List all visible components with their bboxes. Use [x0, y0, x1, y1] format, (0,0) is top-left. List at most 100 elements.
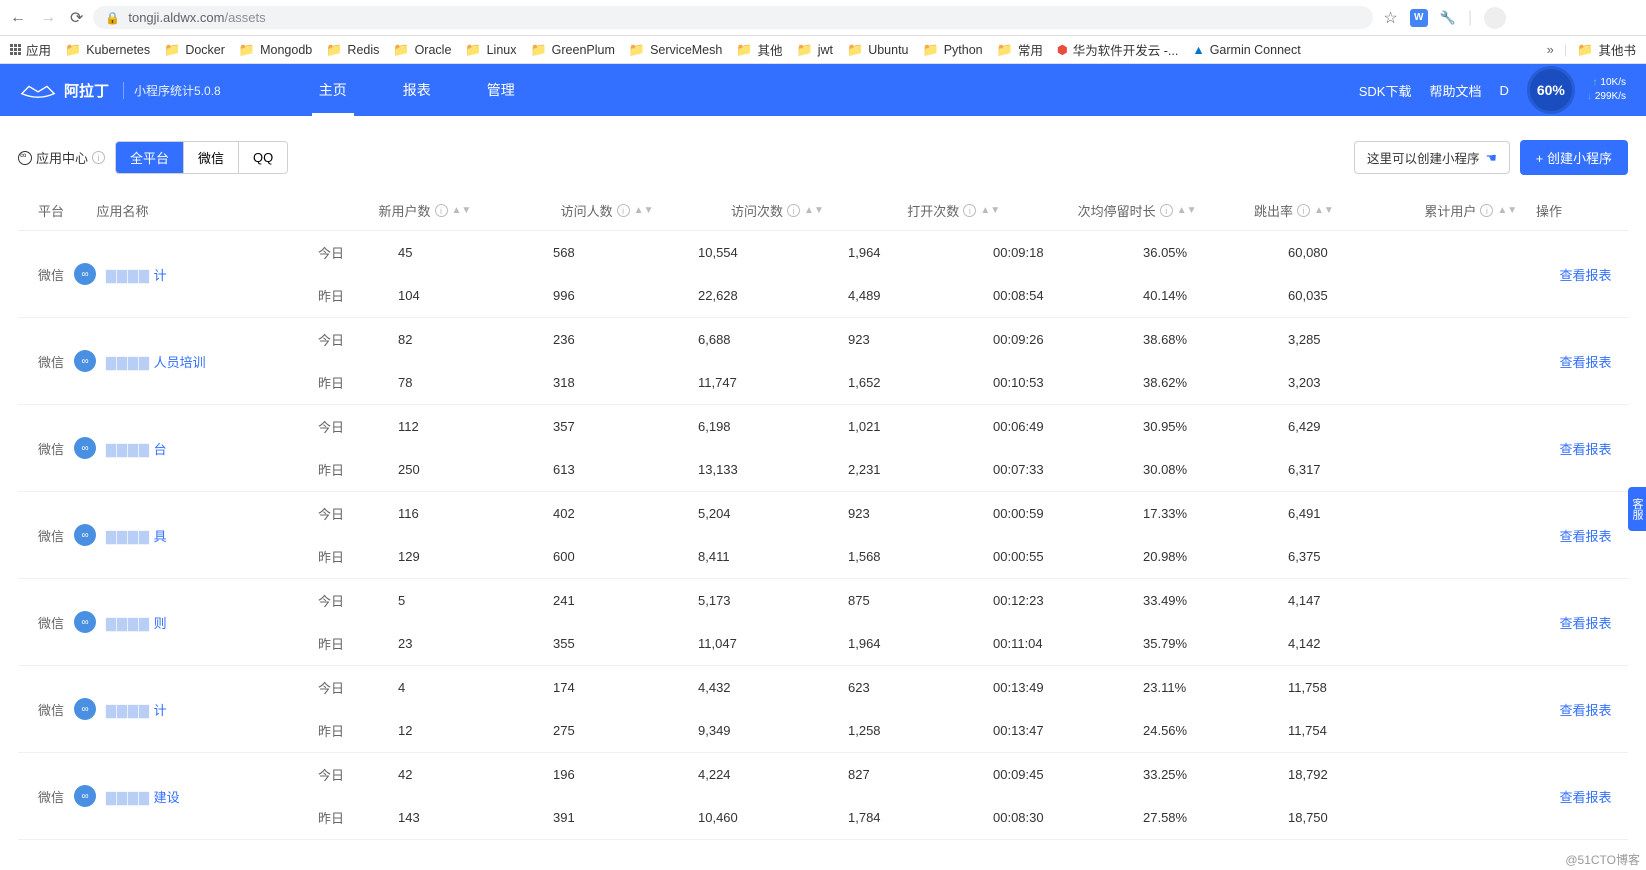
- header-d-label[interactable]: D: [1499, 83, 1508, 98]
- th-duration[interactable]: 次均停留时长: [1078, 201, 1156, 220]
- view-report-link[interactable]: 查看报表: [1543, 405, 1628, 491]
- bookmark-item[interactable]: 📁Docker: [164, 42, 225, 58]
- bookmark-item[interactable]: 📁jwt: [797, 42, 833, 58]
- app-name[interactable]: ▇▇▇▇ 台: [106, 439, 167, 458]
- bookmark-item[interactable]: 📁Oracle: [393, 42, 451, 58]
- sort-icon[interactable]: ▲▼: [1497, 208, 1517, 213]
- info-icon[interactable]: i: [1297, 204, 1310, 217]
- folder-icon: 📁: [629, 42, 645, 58]
- filter-qq[interactable]: QQ: [239, 142, 287, 173]
- view-report-link[interactable]: 查看报表: [1543, 666, 1628, 752]
- app-name[interactable]: ▇▇▇▇ 则: [106, 613, 167, 632]
- view-report-link[interactable]: 查看报表: [1543, 492, 1628, 578]
- sort-icon[interactable]: ▲▼: [452, 208, 472, 213]
- create-miniapp-button[interactable]: + 创建小程序: [1520, 140, 1628, 175]
- back-icon[interactable]: ←: [10, 9, 26, 27]
- bookmark-item[interactable]: 📁ServiceMesh: [629, 42, 722, 58]
- logo-area[interactable]: 阿拉丁 小程序统计5.0.8: [20, 80, 221, 101]
- metric-bounce: 30.95%: [1143, 419, 1288, 434]
- th-total[interactable]: 累计用户: [1424, 201, 1476, 220]
- info-icon[interactable]: i: [787, 204, 800, 217]
- platform-label: 微信: [38, 613, 64, 632]
- platform-label: 微信: [38, 352, 64, 371]
- bookmarks-overflow-icon[interactable]: »: [1547, 42, 1554, 57]
- info-icon[interactable]: i: [617, 204, 630, 217]
- bookmark-item[interactable]: 📁Mongodb: [239, 42, 312, 58]
- metric-total: 4,147: [1288, 593, 1383, 608]
- filter-all[interactable]: 全平台: [116, 142, 184, 173]
- app-name[interactable]: ▇▇▇▇ 计: [106, 700, 167, 719]
- url-bar[interactable]: 🔒 tongji.aldwx.com/assets: [93, 6, 1373, 29]
- day-label: 昨日: [318, 808, 398, 827]
- info-icon[interactable]: i: [92, 151, 105, 164]
- bookmark-item-garmin[interactable]: ▲Garmin Connect: [1192, 43, 1300, 57]
- day-label: 今日: [318, 591, 398, 610]
- metric-new-users: 4: [398, 680, 553, 695]
- sort-icon[interactable]: ▲▼: [634, 208, 654, 213]
- metric-total: 6,375: [1288, 549, 1383, 564]
- metric-total: 3,203: [1288, 375, 1383, 390]
- view-report-link[interactable]: 查看报表: [1543, 753, 1628, 839]
- info-icon[interactable]: i: [963, 204, 976, 217]
- view-report-link[interactable]: 查看报表: [1543, 318, 1628, 404]
- info-icon[interactable]: i: [435, 204, 448, 217]
- day-label: 今日: [318, 765, 398, 784]
- metric-visitors: 391: [553, 810, 698, 825]
- th-new-users[interactable]: 新用户数: [379, 201, 431, 220]
- th-bounce[interactable]: 跳出率: [1254, 201, 1293, 220]
- info-icon[interactable]: i: [1160, 204, 1173, 217]
- app-name[interactable]: ▇▇▇▇ 计: [106, 265, 167, 284]
- extension-badge[interactable]: W: [1410, 9, 1428, 27]
- info-icon[interactable]: i: [1480, 204, 1493, 217]
- app-name[interactable]: ▇▇▇▇ 人员培训: [106, 352, 206, 371]
- profile-avatar[interactable]: [1484, 7, 1506, 29]
- star-icon[interactable]: ☆: [1383, 8, 1397, 28]
- bookmark-item[interactable]: 📁Linux: [465, 42, 516, 58]
- bookmark-item[interactable]: 📁Ubuntu: [847, 42, 909, 58]
- metric-bounce: 38.62%: [1143, 375, 1288, 390]
- sdk-download-link[interactable]: SDK下载: [1359, 81, 1412, 100]
- miniapp-icon: ∞: [74, 437, 96, 459]
- bookmark-item[interactable]: 📁Redis: [326, 42, 379, 58]
- metric-visitors: 241: [553, 593, 698, 608]
- bookmark-item[interactable]: 📁Python: [923, 42, 983, 58]
- sort-icon[interactable]: ▲▼: [980, 208, 1000, 213]
- metric-bounce: 33.49%: [1143, 593, 1288, 608]
- day-label: 昨日: [318, 460, 398, 479]
- view-report-link[interactable]: 查看报表: [1543, 231, 1628, 317]
- app-name[interactable]: ▇▇▇▇ 建设: [106, 787, 180, 806]
- sort-icon[interactable]: ▲▼: [1314, 208, 1334, 213]
- apps-button[interactable]: 应用: [10, 40, 51, 59]
- th-visits[interactable]: 访问次数: [731, 201, 783, 220]
- metric-visitors: 568: [553, 245, 698, 260]
- app-center-label[interactable]: 应用中心 i: [18, 148, 105, 167]
- filter-wechat[interactable]: 微信: [184, 142, 239, 173]
- th-opens[interactable]: 打开次数: [907, 201, 959, 220]
- forward-icon[interactable]: →: [40, 9, 56, 27]
- app-name[interactable]: ▇▇▇▇ 具: [106, 526, 167, 545]
- apps-table: 平台 应用名称 新用户数i▲▼ 访问人数i▲▼ 访问次数i▲▼ 打开次数i▲▼ …: [18, 191, 1628, 840]
- sort-icon[interactable]: ▲▼: [804, 208, 824, 213]
- bookmark-item[interactable]: 📁Kubernetes: [65, 42, 150, 58]
- bookmark-item[interactable]: 📁GreenPlum: [530, 42, 614, 58]
- reload-icon[interactable]: ⟳: [70, 8, 83, 28]
- metric-visitors: 402: [553, 506, 698, 521]
- metric-bounce: 38.68%: [1143, 332, 1288, 347]
- nav-tab-home[interactable]: 主页: [291, 64, 375, 116]
- th-visitors[interactable]: 访问人数: [561, 201, 613, 220]
- nav-tab-manage[interactable]: 管理: [459, 64, 543, 116]
- extension-icon[interactable]: 🔧: [1440, 10, 1456, 26]
- bookmark-item-huawei[interactable]: ⬢华为软件开发云 -...: [1057, 40, 1178, 59]
- metric-total: 18,792: [1288, 767, 1383, 782]
- metric-opens: 875: [848, 593, 993, 608]
- bookmark-item[interactable]: 📁其他: [736, 40, 782, 59]
- nav-tab-report[interactable]: 报表: [375, 64, 459, 116]
- sort-icon[interactable]: ▲▼: [1177, 208, 1197, 213]
- help-docs-link[interactable]: 帮助文档: [1429, 81, 1481, 100]
- metric-total: 11,754: [1288, 723, 1383, 738]
- th-platform: 平台: [38, 204, 64, 219]
- bookmark-item-other[interactable]: 📁其他书: [1577, 40, 1636, 59]
- bookmark-item[interactable]: 📁常用: [997, 40, 1043, 59]
- support-tab[interactable]: 客服: [1628, 487, 1646, 531]
- view-report-link[interactable]: 查看报表: [1543, 579, 1628, 665]
